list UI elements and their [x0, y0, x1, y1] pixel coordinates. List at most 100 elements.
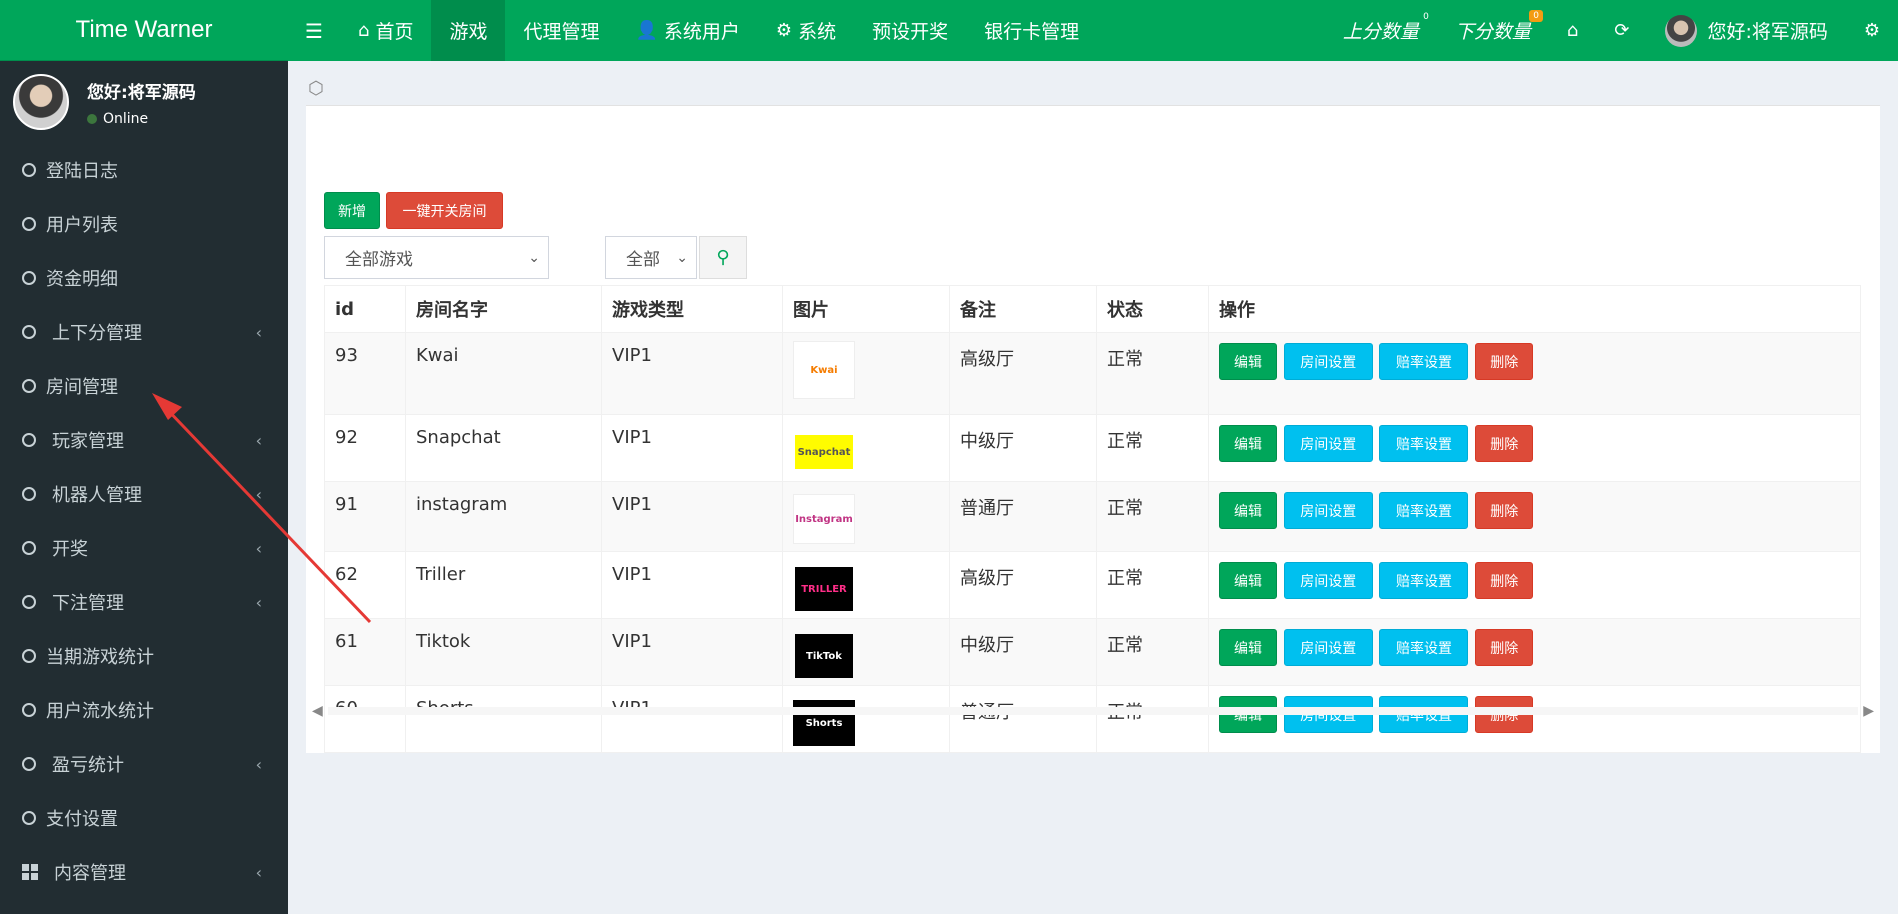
status-filter-select[interactable]: 全部 ⌄ [605, 236, 697, 279]
sidebar-item-funds[interactable]: 资金明细 [0, 251, 288, 305]
sidebar-item-payment[interactable]: 支付设置 [0, 791, 288, 845]
room-thumbnail: Instagram [793, 490, 855, 548]
nav-agent[interactable]: 代理管理 [505, 0, 617, 61]
down-count[interactable]: 下分数量 0 [1437, 0, 1549, 61]
delete-button[interactable]: 删除 [1475, 492, 1534, 529]
nav-system-users[interactable]: 👤 系统用户 [617, 0, 757, 61]
room-logo-image: Instagram [793, 494, 855, 544]
user-menu[interactable]: 您好:将军源码 [1647, 0, 1845, 61]
circle-icon [22, 217, 36, 231]
up-count-value: 0 [1423, 12, 1429, 22]
nav-games[interactable]: 游戏 [431, 0, 506, 61]
col-header-name: 房间名字 [405, 285, 602, 333]
search-button[interactable]: ⚲ [699, 236, 747, 279]
nav-preset-draw[interactable]: 预设开奖 [854, 0, 966, 61]
edit-button[interactable]: 编辑 [1219, 425, 1277, 462]
toggle-rooms-button[interactable]: 一键开关房间 [386, 192, 503, 229]
cell-actions: 编辑 房间设置 赔率设置 删除 [1208, 414, 1861, 482]
user-panel: 您好:将军源码 Online [0, 61, 288, 143]
circle-icon [22, 757, 36, 771]
odds-settings-button[interactable]: 赔率设置 [1379, 425, 1469, 462]
sidebar-item-user-list[interactable]: 用户列表 [0, 197, 288, 251]
sidebar-item-player-mgmt[interactable]: 玩家管理 ‹ [0, 413, 288, 467]
sidebar-item-period-stats[interactable]: 当期游戏统计 [0, 629, 288, 683]
cell-type: VIP1 [601, 332, 783, 415]
home-shortcut-icon[interactable]: ⌂ [1549, 0, 1596, 61]
cell-image: TRILLER [782, 551, 950, 619]
edit-button[interactable]: 编辑 [1219, 562, 1277, 599]
chevron-left-icon: ‹ [255, 430, 262, 450]
room-settings-button[interactable]: 房间设置 [1283, 629, 1373, 666]
scroll-right-icon[interactable]: ▶ [1863, 703, 1874, 719]
cell-note: 中级厅 [949, 618, 1097, 686]
avatar [1665, 14, 1698, 47]
circle-icon [22, 325, 36, 339]
col-header-status: 状态 [1096, 285, 1209, 333]
delete-button[interactable]: 删除 [1475, 425, 1534, 462]
edit-button[interactable]: 编辑 [1219, 343, 1277, 380]
navbar-right: 上分数量 0 下分数量 0 ⌂ ⟳ 您好:将军源码 ⚙ [1325, 0, 1898, 61]
top-navbar: ☰ ⌂ 首页 游戏 代理管理 👤 系统用户 ⚙ 系统 预设开奖 银行卡管理 上分数量 0… [288, 0, 1898, 61]
sidebar-item-flow-stats[interactable]: 用户流水统计 [0, 683, 288, 737]
table-row: 61 Tiktok VIP1 TikTok 中级厅 正常 编辑 房间设置 赔率设置 删除 [324, 618, 1861, 686]
breadcrumb-icon: ⬡ [308, 78, 324, 99]
scroll-track[interactable] [328, 707, 1858, 715]
room-settings-button[interactable]: 房间设置 [1283, 492, 1373, 529]
app-logo[interactable]: Time Warner [0, 0, 288, 61]
sidebar-avatar [13, 74, 69, 130]
sidebar-item-profit-stats[interactable]: 盈亏统计 ‹ [0, 737, 288, 791]
sidebar-item-room-mgmt[interactable]: 房间管理 [0, 359, 288, 413]
delete-button[interactable]: 删除 [1475, 629, 1534, 666]
room-thumbnail: Snapchat [793, 423, 855, 481]
cell-status: 正常 [1096, 414, 1209, 482]
odds-settings-button[interactable]: 赔率设置 [1379, 562, 1469, 599]
table-row: 91 instagram VIP1 Instagram 普通厅 正常 编辑 房间设置 赔率设… [324, 481, 1861, 552]
delete-button[interactable]: 删除 [1475, 343, 1534, 380]
sidebar-item-robot-mgmt[interactable]: 机器人管理 ‹ [0, 467, 288, 521]
room-settings-button[interactable]: 房间设置 [1283, 425, 1373, 462]
up-count[interactable]: 上分数量 0 [1325, 0, 1437, 61]
circle-icon [22, 649, 36, 663]
room-settings-button[interactable]: 房间设置 [1283, 562, 1373, 599]
edit-button[interactable]: 编辑 [1219, 629, 1277, 666]
settings-gears-icon[interactable]: ⚙ [1846, 0, 1898, 61]
cell-note: 中级厅 [949, 414, 1097, 482]
cell-note: 高级厅 [949, 332, 1097, 415]
game-filter-select[interactable]: 全部游戏 ⌄ [324, 236, 549, 279]
room-list-box: 新增 一键开关房间 全部游戏 ⌄ 全部 ⌄ ⚲ id 房间名字 游戏类型 图片 备注… [306, 105, 1880, 753]
odds-settings-button[interactable]: 赔率设置 [1379, 629, 1469, 666]
edit-button[interactable]: 编辑 [1219, 492, 1277, 529]
cell-id: 62 [324, 551, 406, 619]
dashboard-icon [22, 864, 38, 880]
user-icon: 👤 [635, 20, 658, 41]
sidebar-item-content[interactable]: 内容管理 ‹ [0, 845, 288, 899]
col-header-actions: 操作 [1208, 285, 1861, 333]
col-header-type: 游戏类型 [601, 285, 783, 333]
nav-home[interactable]: ⌂ 首页 [340, 0, 431, 61]
col-header-id: id [324, 285, 406, 333]
sidebar: 您好:将军源码 Online 登陆日志 用户列表 资金明细 上下分管理 ‹ 房间管… [0, 61, 288, 914]
circle-icon [22, 433, 36, 447]
refresh-icon[interactable]: ⟳ [1596, 0, 1647, 61]
odds-settings-button[interactable]: 赔率设置 [1379, 343, 1469, 380]
horizontal-scrollbar[interactable]: ◀ ▶ [306, 701, 1880, 723]
cell-image: Kwai [782, 332, 950, 415]
search-icon: ⚲ [716, 247, 730, 268]
sidebar-toggle-icon[interactable]: ☰ [288, 0, 340, 61]
sidebar-item-draw[interactable]: 开奖 ‹ [0, 521, 288, 575]
cell-actions: 编辑 房间设置 赔率设置 删除 [1208, 332, 1861, 415]
delete-button[interactable]: 删除 [1475, 562, 1534, 599]
room-logo-image: TRILLER [795, 567, 853, 611]
room-table: id 房间名字 游戏类型 图片 备注 状态 操作 93 Kwai VIP1 Kwai 高… [324, 285, 1861, 753]
room-settings-button[interactable]: 房间设置 [1283, 343, 1373, 380]
add-button[interactable]: 新增 [324, 192, 380, 229]
nav-system[interactable]: ⚙ 系统 [758, 0, 854, 61]
nav-bank-cards[interactable]: 银行卡管理 [966, 0, 1097, 61]
chevron-left-icon: ‹ [255, 592, 262, 612]
sidebar-item-score-mgmt[interactable]: 上下分管理 ‹ [0, 305, 288, 359]
sidebar-item-login-log[interactable]: 登陆日志 [0, 143, 288, 197]
scroll-left-icon[interactable]: ◀ [312, 703, 323, 719]
cell-image: Instagram [782, 481, 950, 552]
sidebar-item-bet-mgmt[interactable]: 下注管理 ‹ [0, 575, 288, 629]
odds-settings-button[interactable]: 赔率设置 [1379, 492, 1469, 529]
